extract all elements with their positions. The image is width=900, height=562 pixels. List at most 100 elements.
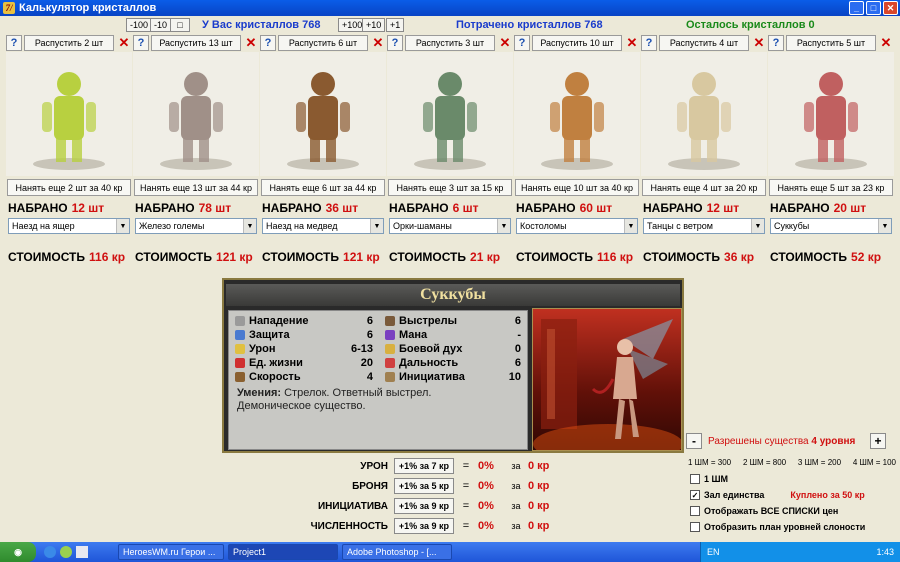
- browser-icon[interactable]: [60, 546, 72, 558]
- unit-column: ? Распустить 4 шт ✕ Нанять еще 4 шт за 2…: [641, 34, 767, 274]
- ie-icon[interactable]: [44, 546, 56, 558]
- recruited-count: НАБРАНО 36 шт: [262, 201, 359, 215]
- info-button[interactable]: ?: [133, 35, 149, 51]
- language-indicator[interactable]: EN: [707, 547, 720, 557]
- chevron-down-icon[interactable]: ▼: [243, 219, 256, 233]
- release-button[interactable]: Распустить 3 шт: [405, 35, 495, 51]
- crystals-left: Осталось кристаллов 0: [686, 19, 815, 31]
- unit-column: ? Распустить 6 шт ✕ Нанять еще 6 шт за 4…: [260, 34, 386, 274]
- remove-icon[interactable]: ✕: [497, 35, 513, 51]
- plus-10-button[interactable]: +10: [362, 18, 386, 32]
- unit-select[interactable]: Костоломы ▼: [516, 218, 638, 234]
- recruited-count: НАБРАНО 6 шт: [389, 201, 479, 215]
- remove-icon[interactable]: ✕: [370, 35, 386, 51]
- info-button[interactable]: ?: [768, 35, 784, 51]
- unit-select[interactable]: Железо големы ▼: [135, 218, 257, 234]
- minus-10-button[interactable]: -10: [150, 18, 172, 32]
- unit-cost: СТОИМОСТЬ 21 кр: [389, 250, 501, 264]
- app-icon: 7/: [3, 2, 15, 14]
- maximize-button[interactable]: □: [866, 1, 881, 15]
- chevron-down-icon[interactable]: ▼: [624, 219, 637, 233]
- upgrade-label: БРОНЯ: [352, 480, 388, 492]
- chevron-down-icon[interactable]: ▼: [878, 219, 891, 233]
- release-button[interactable]: Распустить 6 шт: [278, 35, 368, 51]
- upgrade-button[interactable]: +1% за 9 кр: [394, 518, 454, 534]
- plus-1-button[interactable]: +1: [386, 18, 405, 32]
- task-heroeswm[interactable]: HeroesWM.ru Герои ...: [118, 544, 224, 560]
- unit-cost: СТОИМОСТЬ 121 кр: [262, 250, 380, 264]
- shm-prices: 1 ШМ = 300 2 ШМ = 800 3 ШМ = 200 4 ШМ = …: [688, 458, 896, 467]
- level-text: Разрешены существа 4 уровня: [708, 435, 856, 447]
- stat-row: Дальность: [385, 357, 458, 369]
- level-plus-button[interactable]: +: [870, 433, 886, 449]
- release-button[interactable]: Распустить 5 шт: [786, 35, 876, 51]
- upgrade-percent: 0%: [478, 520, 494, 532]
- title-bar: 7/ Калькулятор кристаллов _ □ ✕: [0, 0, 900, 16]
- info-button[interactable]: ?: [514, 35, 530, 51]
- remove-icon[interactable]: ✕: [624, 35, 640, 51]
- chevron-down-icon[interactable]: ▼: [751, 219, 764, 233]
- stat-row: Боевой дух: [385, 343, 462, 355]
- desktop-icon[interactable]: [76, 546, 88, 558]
- skills-line-2: Демоническое существо.: [237, 400, 366, 412]
- hire-button[interactable]: Нанять еще 10 шт за 40 кр: [515, 179, 639, 196]
- window-title: Калькулятор кристаллов: [19, 2, 157, 14]
- unit-image: [6, 52, 132, 176]
- stat-value: 6: [514, 315, 521, 327]
- chevron-down-icon[interactable]: ▼: [370, 219, 383, 233]
- remove-icon[interactable]: ✕: [116, 35, 132, 51]
- upgrade-label: ИНИЦИАТИВА: [317, 500, 388, 512]
- task-project1[interactable]: Project1: [228, 544, 338, 560]
- info-button[interactable]: ?: [260, 35, 276, 51]
- recruited-count: НАБРАНО 60 шт: [516, 201, 613, 215]
- heart-icon: [235, 358, 245, 368]
- stat-value: 6: [514, 357, 521, 369]
- hire-button[interactable]: Нанять еще 6 шт за 44 кр: [261, 179, 385, 196]
- hire-button[interactable]: Нанять еще 2 шт за 40 кр: [7, 179, 131, 196]
- crystals-have: У Вас кристаллов 768: [202, 19, 321, 31]
- minus-100-button[interactable]: -100: [126, 18, 153, 32]
- checkbox-1shm[interactable]: 1 ШМ: [690, 472, 728, 486]
- recruited-count: НАБРАНО 12 шт: [8, 201, 105, 215]
- release-button[interactable]: Распустить 10 шт: [532, 35, 622, 51]
- upgrade-button[interactable]: +1% за 7 кр: [394, 458, 454, 474]
- hire-button[interactable]: Нанять еще 13 шт за 44 кр: [134, 179, 258, 196]
- info-button[interactable]: ?: [6, 35, 22, 51]
- unit-column: ? Распустить 13 шт ✕ Нанять еще 13 шт за…: [133, 34, 259, 274]
- minimize-button[interactable]: _: [849, 1, 864, 15]
- unit-select[interactable]: Наезд на ящер ▼: [8, 218, 130, 234]
- unit-select[interactable]: Танцы с ветром ▼: [643, 218, 765, 234]
- checkbox-unity-hall[interactable]: ✓ Зал единства Куплено за 50 кр: [690, 488, 865, 502]
- unit-select[interactable]: Орки-шаманы ▼: [389, 218, 511, 234]
- hire-button[interactable]: Нанять еще 5 шт за 23 кр: [769, 179, 893, 196]
- info-button[interactable]: ?: [641, 35, 657, 51]
- level-minus-button[interactable]: -: [686, 433, 702, 449]
- unit-select[interactable]: Наезд на медвед ▼: [262, 218, 384, 234]
- crystal-bar: -100 -10 □ У Вас кристаллов 768 +100 +10…: [0, 16, 900, 34]
- remove-icon[interactable]: ✕: [878, 35, 894, 51]
- reset-button[interactable]: □: [170, 18, 190, 32]
- recruited-count: НАБРАНО 12 шт: [643, 201, 740, 215]
- task-photoshop[interactable]: Adobe Photoshop - [...: [342, 544, 452, 560]
- upgrade-button[interactable]: +1% за 5 кр: [394, 478, 454, 494]
- start-button[interactable]: ◉: [0, 542, 36, 562]
- upgrade-button[interactable]: +1% за 9 кр: [394, 498, 454, 514]
- upgrade-row: ЧИСЛЕННОСТЬ +1% за 9 кр = 0% за 0 кр: [222, 517, 549, 535]
- close-button[interactable]: ✕: [883, 1, 898, 15]
- remove-icon[interactable]: ✕: [751, 35, 767, 51]
- chevron-down-icon[interactable]: ▼: [497, 219, 510, 233]
- hire-button[interactable]: Нанять еще 3 шт за 15 кр: [388, 179, 512, 196]
- release-button[interactable]: Распустить 13 шт: [151, 35, 241, 51]
- remove-icon[interactable]: ✕: [243, 35, 259, 51]
- info-button[interactable]: ?: [387, 35, 403, 51]
- release-button[interactable]: Распустить 4 шт: [659, 35, 749, 51]
- checkbox-show-all-prices[interactable]: Отображать ВСЕ СПИСКИ цен: [690, 504, 838, 518]
- chevron-down-icon[interactable]: ▼: [116, 219, 129, 233]
- stat-row: Ед. жизни: [235, 357, 303, 369]
- checkbox-difficulty-plan[interactable]: Отобразить план уровней слоности: [690, 520, 865, 534]
- unit-select[interactable]: Суккубы ▼: [770, 218, 892, 234]
- hire-button[interactable]: Нанять еще 4 шт за 20 кр: [642, 179, 766, 196]
- release-button[interactable]: Распустить 2 шт: [24, 35, 114, 51]
- stat-row: Выстрелы: [385, 315, 457, 327]
- upgrade-percent: 0%: [478, 500, 494, 512]
